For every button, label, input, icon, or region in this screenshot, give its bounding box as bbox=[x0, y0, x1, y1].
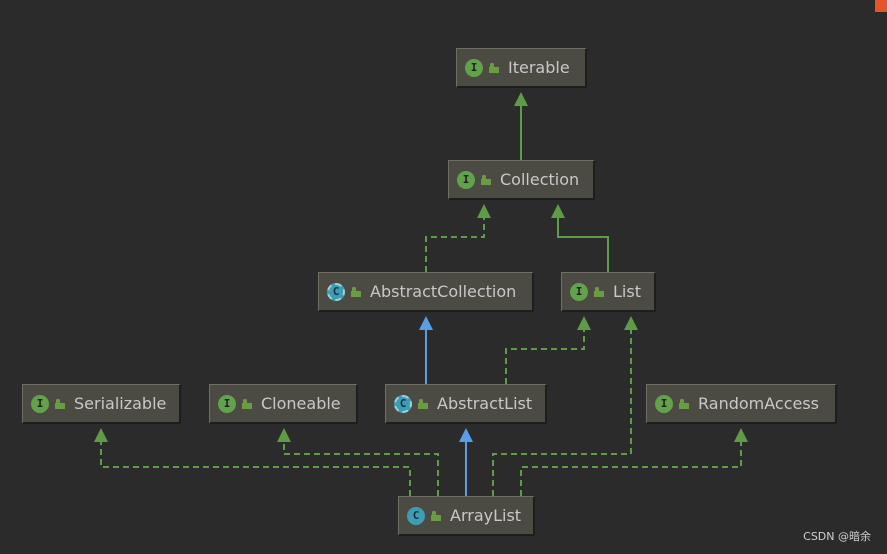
edge-line bbox=[505, 328, 585, 384]
public-visibility-icon bbox=[431, 510, 441, 521]
node-label: Iterable bbox=[508, 58, 570, 77]
public-visibility-icon bbox=[481, 174, 491, 185]
edge-line bbox=[557, 216, 609, 272]
node-label: ArrayList bbox=[450, 506, 522, 525]
public-visibility-icon bbox=[594, 286, 604, 297]
edge-arrowhead bbox=[577, 316, 591, 330]
edge-arraylist-to-randomaccess bbox=[520, 428, 748, 496]
abstract-class-icon: C bbox=[394, 394, 412, 413]
edge-abstractlist-to-list bbox=[505, 316, 591, 384]
node-label: RandomAccess bbox=[698, 394, 820, 413]
node-arraylist[interactable]: C ArrayList bbox=[398, 496, 535, 536]
edge-arrowhead bbox=[551, 204, 565, 218]
node-abstractcollection[interactable]: C AbstractCollection bbox=[318, 272, 534, 312]
node-list[interactable]: I List bbox=[561, 272, 656, 312]
node-label: Serializable bbox=[74, 394, 167, 413]
node-abstractlist[interactable]: C AbstractList bbox=[385, 384, 547, 424]
node-randomaccess[interactable]: I RandomAccess bbox=[646, 384, 837, 424]
public-visibility-icon bbox=[242, 398, 252, 409]
interface-icon: I bbox=[570, 282, 588, 301]
edge-list-to-collection bbox=[551, 204, 609, 272]
edge-line bbox=[425, 216, 485, 272]
edge-arrowhead bbox=[277, 428, 291, 442]
class-icon: C bbox=[407, 506, 425, 525]
public-visibility-icon bbox=[679, 398, 689, 409]
edge-line bbox=[100, 440, 411, 496]
edge-abstractcollection-to-collection bbox=[425, 204, 491, 272]
edge-arraylist-to-serializable bbox=[94, 428, 411, 496]
corner-badge bbox=[875, 0, 887, 12]
edge-arrowhead bbox=[94, 428, 108, 442]
edge-arraylist-to-cloneable bbox=[277, 428, 439, 496]
public-visibility-icon bbox=[418, 398, 428, 409]
public-visibility-icon bbox=[489, 62, 499, 73]
uml-diagram-canvas: I Iterable I Collection C AbstractCollec… bbox=[0, 0, 887, 554]
edge-collection-to-iterable bbox=[514, 92, 528, 160]
abstract-class-icon: C bbox=[327, 282, 345, 301]
public-visibility-icon bbox=[55, 398, 65, 409]
edge-arrowhead bbox=[514, 92, 528, 106]
node-collection[interactable]: I Collection bbox=[448, 160, 595, 200]
public-visibility-icon bbox=[351, 286, 361, 297]
edge-arrowhead bbox=[477, 204, 491, 218]
interface-icon: I bbox=[465, 58, 483, 77]
node-label: Collection bbox=[500, 170, 580, 189]
node-iterable[interactable]: I Iterable bbox=[456, 48, 587, 88]
edge-arrowhead bbox=[734, 428, 748, 442]
node-serializable[interactable]: I Serializable bbox=[22, 384, 181, 424]
node-label: Cloneable bbox=[261, 394, 341, 413]
interface-icon: I bbox=[457, 170, 475, 189]
interface-icon: I bbox=[655, 394, 673, 413]
interface-icon: I bbox=[31, 394, 49, 413]
edge-arraylist-to-abstractlist bbox=[459, 428, 473, 496]
edge-arrowhead bbox=[624, 316, 638, 330]
node-label: List bbox=[613, 282, 641, 301]
interface-icon: I bbox=[218, 394, 236, 413]
node-cloneable[interactable]: I Cloneable bbox=[209, 384, 358, 424]
edge-arrowhead bbox=[419, 316, 433, 330]
watermark: CSDN @暗余 bbox=[803, 530, 871, 543]
edge-arrowhead bbox=[459, 428, 473, 442]
node-label: AbstractCollection bbox=[370, 282, 517, 301]
edge-abstractlist-to-abstractcollection bbox=[419, 316, 433, 384]
node-label: AbstractList bbox=[437, 394, 533, 413]
